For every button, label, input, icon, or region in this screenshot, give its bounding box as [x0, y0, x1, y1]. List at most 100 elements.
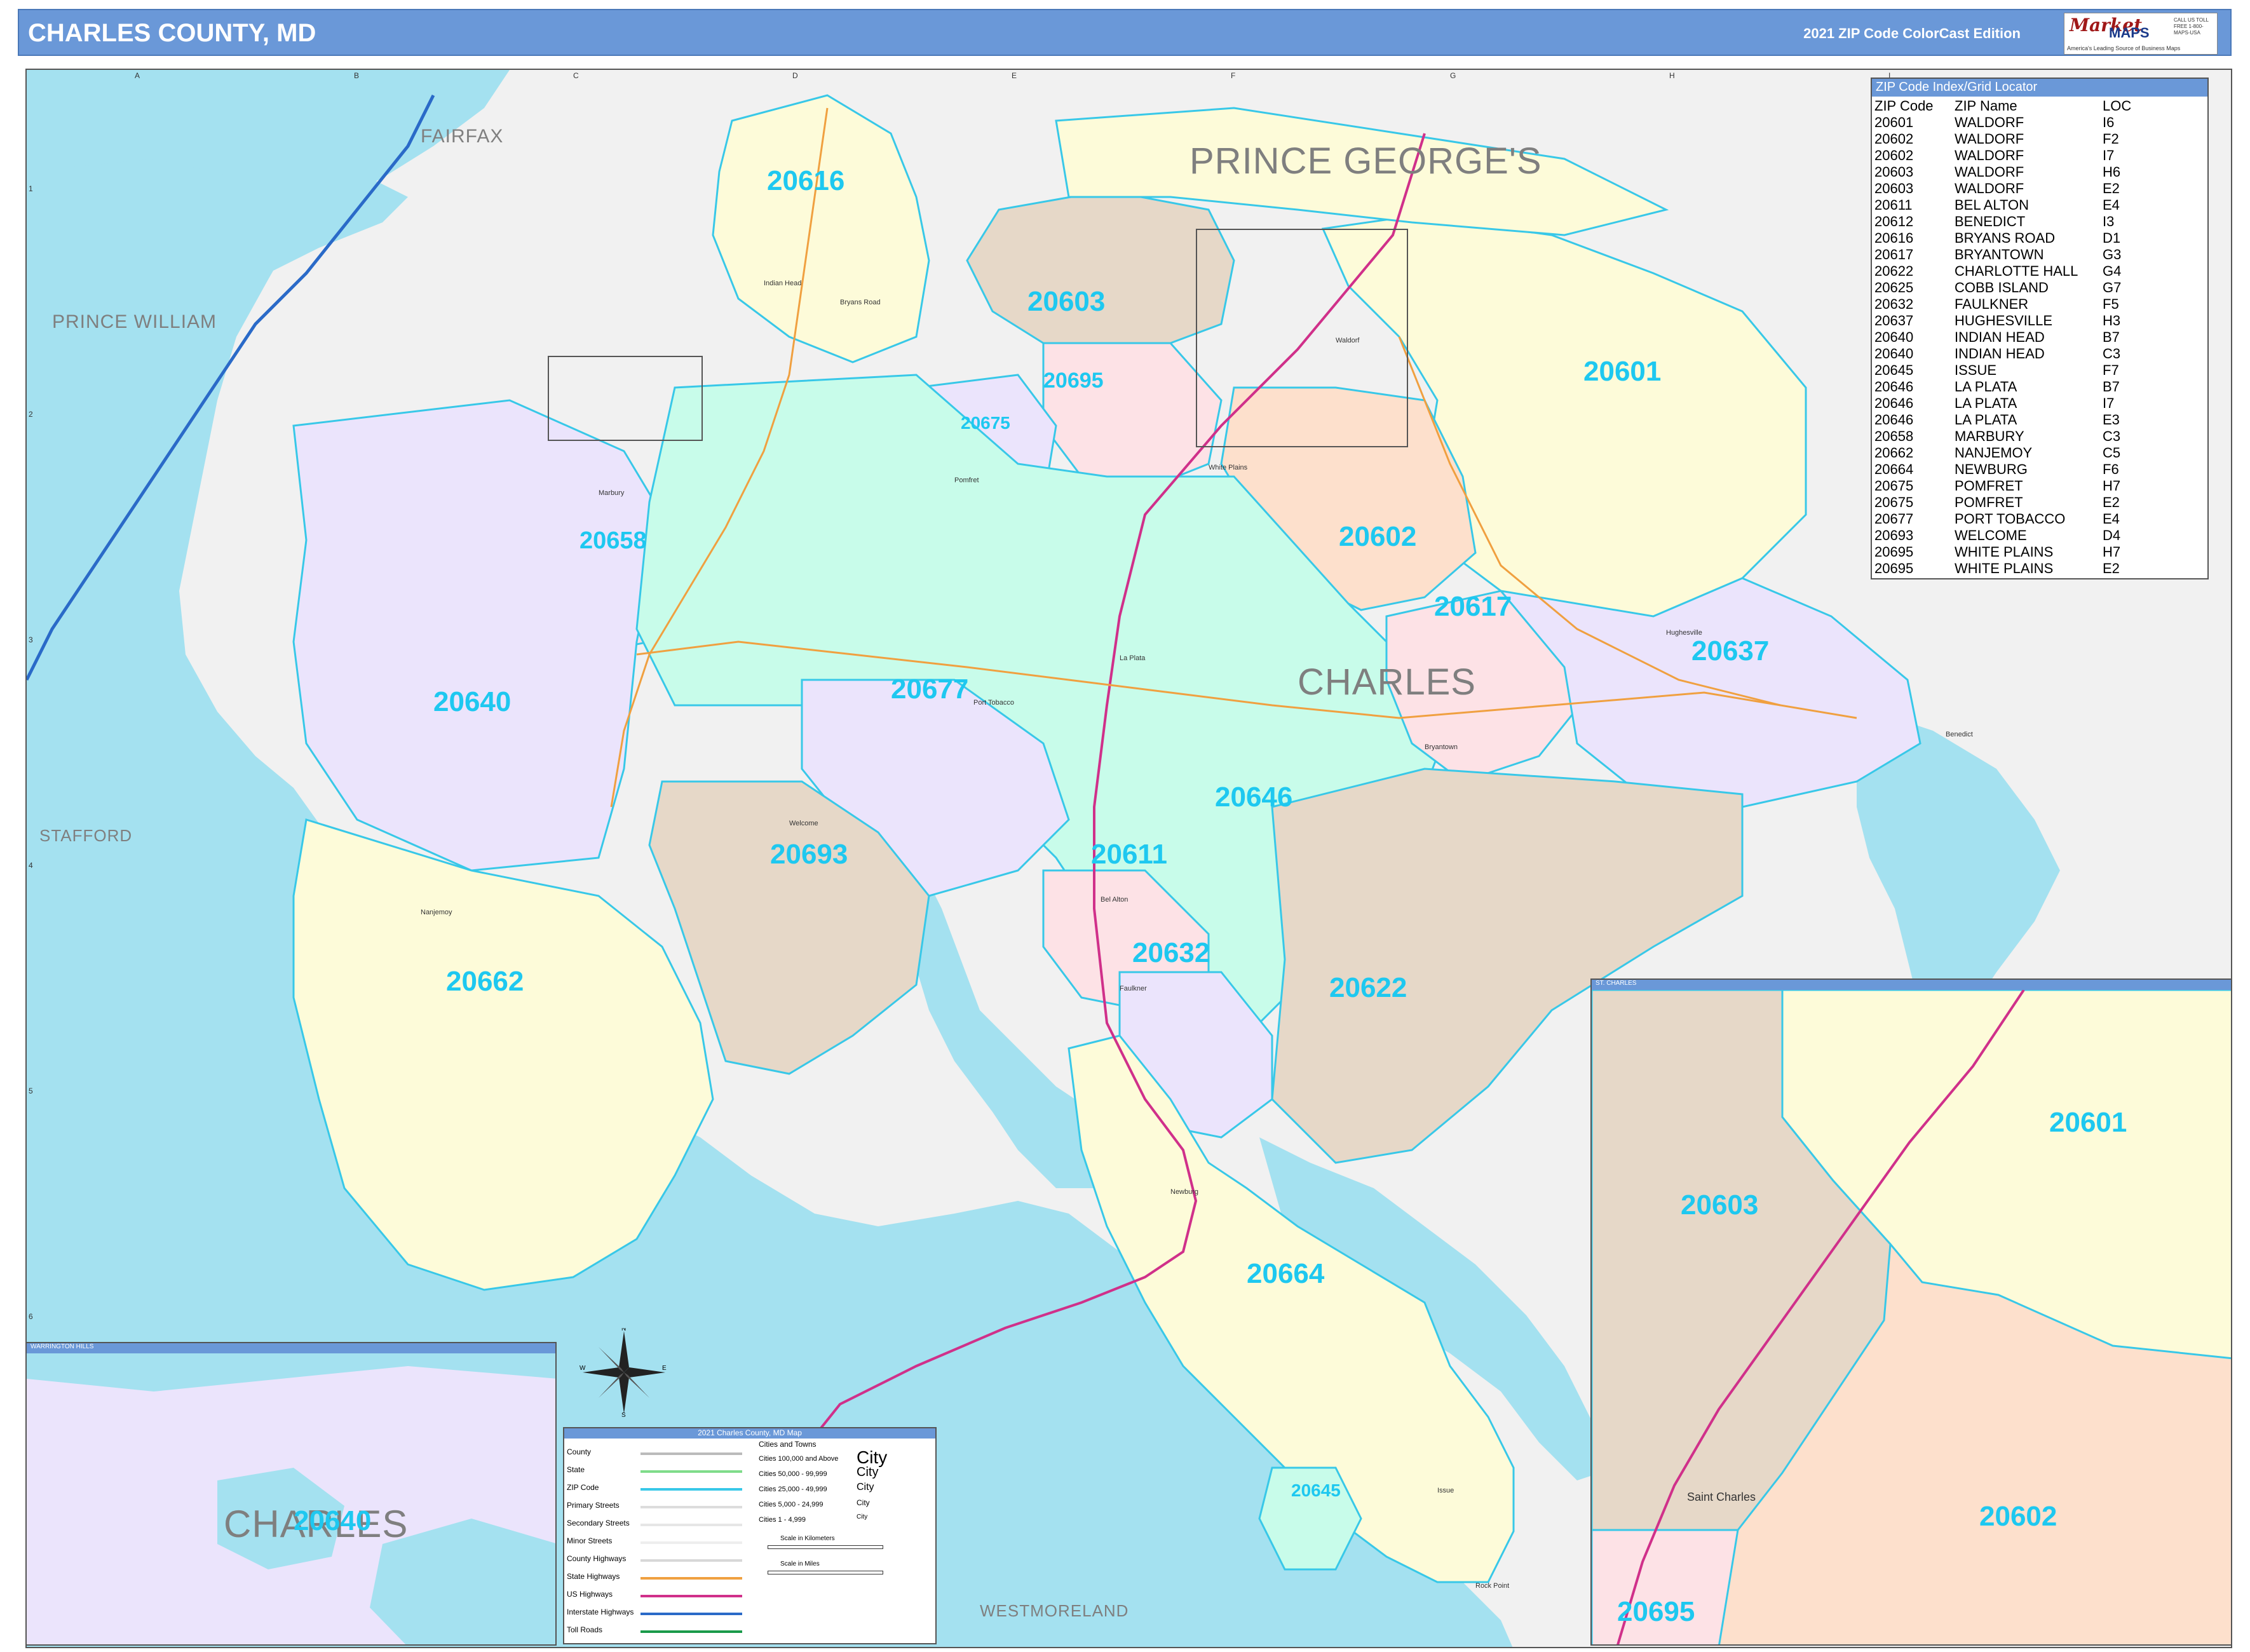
zip-name-cell: WHITE PLAINS	[1955, 544, 2054, 560]
col-label-loc: LOC	[2103, 98, 2132, 114]
legend-row-minor: Minor Streets	[567, 1536, 613, 1545]
inset-zip-20601: 20601	[2049, 1107, 2127, 1138]
legend-swatch-state	[640, 1470, 742, 1473]
zip-index-row: 20602 WALDORF I7	[1874, 147, 2131, 164]
zip-code-cell: 20658	[1874, 428, 1914, 444]
zip-index-row: 20601 WALDORF I6	[1874, 114, 2131, 131]
place-newburg: Newburg	[1170, 1188, 1199, 1196]
zip-index-header: ZIP Code Index/Grid Locator	[1872, 79, 2207, 97]
zip-name-cell: LA PLATA	[1955, 379, 2017, 395]
zip-label-20616: 20616	[767, 165, 845, 196]
zip-code-cell: 20612	[1874, 213, 1914, 229]
market-maps-logo: Market MAPS America's Leading Source of …	[2064, 13, 2218, 55]
zip-index-row: 20632 FAULKNER F5	[1874, 296, 2131, 313]
legend-row-county-hwy: County Highways	[567, 1554, 627, 1563]
zip-label-20693: 20693	[770, 839, 848, 870]
zip-index-row: 20675 POMFRET H7	[1874, 478, 2131, 494]
zip-index-row: 20646 LA PLATA B7	[1874, 379, 2131, 395]
zip-index-row: 20664 NEWBURG F6	[1874, 461, 2131, 478]
grid-col-e: E	[1012, 71, 1017, 80]
zip-name-cell: POMFRET	[1955, 494, 2023, 510]
zip-label-20658: 20658	[579, 527, 647, 554]
zip-loc-cell: G7	[2103, 280, 2122, 295]
zip-index-row: 20617 BRYANTOWN G3	[1874, 247, 2131, 263]
place-benedict: Benedict	[1946, 731, 1973, 738]
zip-label-20601: 20601	[1583, 356, 1662, 387]
zip-name-cell: WALDORF	[1955, 131, 2024, 147]
zip-index-panel: ZIP Code Index/Grid Locator ZIP Code ZIP…	[1871, 78, 2209, 579]
zip-label-20677: 20677	[891, 674, 969, 705]
zip-code-cell: 20675	[1874, 494, 1914, 510]
map-title: CHARLES COUNTY, MD	[28, 19, 316, 47]
legend-title: 2021 Charles County, MD Map	[564, 1428, 935, 1439]
zip-code-cell: 20625	[1874, 280, 1914, 295]
zip-label-20637: 20637	[1691, 635, 1770, 667]
grid-col-g: G	[1450, 71, 1456, 80]
zip-code-cell: 20695	[1874, 544, 1914, 560]
county-label-prince-georges: PRINCE GEORGE'S	[1189, 140, 1542, 182]
zip-name-cell: POMFRET	[1955, 478, 2023, 494]
legend-row-interstate: Interstate Highways	[567, 1608, 634, 1616]
inset-locator-st-charles[interactable]	[1196, 229, 1408, 447]
place-la-plata: La Plata	[1120, 654, 1146, 662]
legend-cities-header: Cities and Towns	[759, 1440, 817, 1449]
zip-name-cell: ISSUE	[1955, 362, 1997, 378]
zip-index-row: 20640 INDIAN HEAD C3	[1874, 346, 2131, 362]
zip-index-row: 20646 LA PLATA E3	[1874, 412, 2131, 428]
zip-index-table: ZIP Code ZIP Name LOC 20601 WALDORF I6 2060…	[1874, 98, 2131, 577]
zip-label-20611: 20611	[1091, 839, 1167, 870]
place-pomfret: Pomfret	[954, 477, 979, 484]
zip-code-cell: 20646	[1874, 379, 1914, 395]
legend-row-county: County	[567, 1447, 592, 1456]
grid-row-4: 4	[29, 861, 33, 870]
legend-swatch-county	[640, 1452, 742, 1455]
legend-swatch-minor	[640, 1541, 742, 1544]
zip-index-row: 20616 BRYANS ROAD D1	[1874, 230, 2131, 247]
zip-name-cell: MARBURY	[1955, 428, 2024, 444]
legend-swatch-interstate	[640, 1613, 742, 1615]
place-welcome: Welcome	[789, 820, 818, 827]
zip-index-rows: 20601 WALDORF I6 20602 WALDORF F2 20602 WALDORF…	[1874, 114, 2131, 577]
zip-loc-cell: E4	[2103, 511, 2120, 527]
zip-name-cell: INDIAN HEAD	[1955, 329, 2045, 345]
zip-loc-cell: E2	[2103, 180, 2120, 196]
zip-code-cell: 20640	[1874, 329, 1914, 345]
zip-index-row: 20640 INDIAN HEAD B7	[1874, 329, 2131, 346]
zip-name-cell: WALDORF	[1955, 147, 2024, 163]
legend-city-100k: Cities 100,000 and Above	[759, 1455, 839, 1463]
legend-row-us-hwy: US Highways	[567, 1590, 613, 1599]
place-issue: Issue	[1437, 1487, 1454, 1494]
zip-index-row: 20602 WALDORF F2	[1874, 131, 2131, 147]
svg-text:E: E	[662, 1365, 667, 1372]
zip-loc-cell: G4	[2103, 263, 2122, 279]
grid-row-5: 5	[29, 1087, 33, 1095]
place-bryantown: Bryantown	[1425, 743, 1458, 751]
zip-index-row: 20603 WALDORF E2	[1874, 180, 2131, 197]
map-legend: 2021 Charles County, MD Map County State…	[563, 1427, 937, 1644]
zip-loc-cell: I7	[2103, 395, 2115, 411]
county-label-westmoreland: WESTMORELAND	[980, 1601, 1129, 1620]
place-nanjemoy: Nanjemoy	[421, 909, 452, 916]
zip-name-cell: WHITE PLAINS	[1955, 560, 2054, 576]
grid-col-a: A	[135, 71, 140, 80]
inset-locator-warrington[interactable]	[548, 356, 703, 441]
zip-label-20675: 20675	[961, 413, 1010, 433]
zip-loc-cell: I3	[2103, 213, 2115, 229]
zip-index-row: 20646 LA PLATA I7	[1874, 395, 2131, 412]
place-rock-point: Rock Point	[1475, 1582, 1510, 1590]
place-bel-alton: Bel Alton	[1101, 896, 1128, 904]
legend-scale-km-bar	[768, 1545, 883, 1549]
county-label-prince-william: PRINCE WILLIAM	[52, 311, 217, 332]
grid-row-6: 6	[29, 1312, 33, 1321]
zip-name-cell: WALDORF	[1955, 114, 2024, 130]
legend-city-1: Cities 1 - 4,999	[759, 1516, 806, 1524]
inset-st-charles[interactable]: ST. CHARLES 20601 20603 20602 20695 Sain…	[1590, 978, 2232, 1646]
logo-contact: CALL US TOLL FREE 1-800-MAPS-USA	[2174, 17, 2209, 36]
zip-code-cell: 20603	[1874, 180, 1914, 196]
inset-warrington-hills[interactable]: WARRINGTON HILLS CHARLES 20640	[25, 1342, 557, 1646]
zip-code-cell: 20602	[1874, 147, 1914, 163]
zip-code-cell: 20622	[1874, 263, 1914, 279]
inset-warrington-zip: 20640	[294, 1505, 372, 1536]
legend-swatch-primary	[640, 1506, 742, 1508]
zip-loc-cell: F5	[2103, 296, 2119, 312]
